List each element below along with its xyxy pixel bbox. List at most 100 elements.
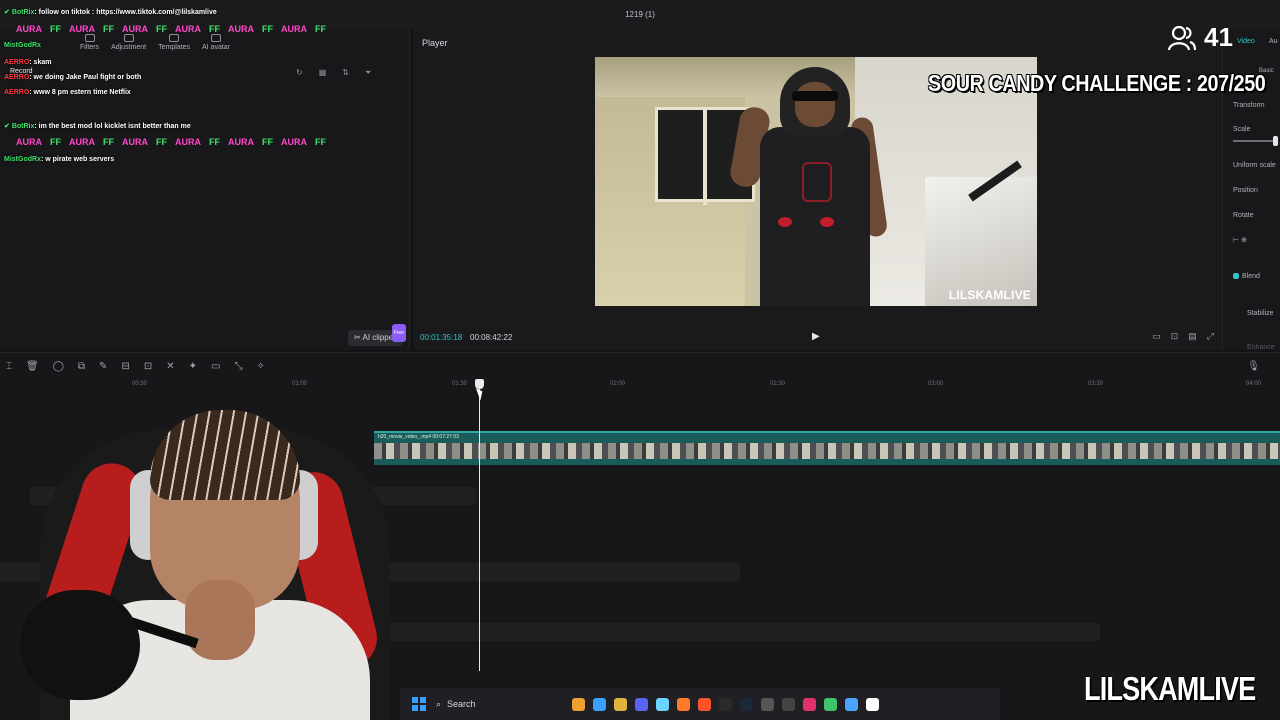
resize-icon[interactable]: ⤡ xyxy=(234,361,242,372)
taskbar-app-icon[interactable] xyxy=(593,697,606,711)
caption-icon[interactable]: ▭ xyxy=(211,361,220,372)
free-badge: Free xyxy=(391,324,406,342)
taskbar-app-icon[interactable] xyxy=(824,697,837,711)
windows-taskbar: ⌕ Search xyxy=(400,688,1000,720)
4k-icon[interactable] xyxy=(782,697,795,711)
ff-emote: FF xyxy=(103,137,114,147)
copy-icon[interactable]: ⊟ xyxy=(121,361,129,372)
ff-emote: FF xyxy=(156,137,167,147)
chat-text: : im the best mod lol kicklet isnt bette… xyxy=(34,123,191,130)
aura-emote: AURA xyxy=(69,137,95,147)
checkmark-icon: ✔ xyxy=(4,123,12,130)
aura-emote: AURA xyxy=(69,24,95,34)
speed-icon[interactable]: ✕ xyxy=(166,361,174,372)
ai-clipper-label: AI clipper xyxy=(362,333,396,342)
obs-icon[interactable] xyxy=(719,697,732,711)
chat-text: : www 8 pm estern time Netflix xyxy=(29,89,131,96)
ff-emote: FF xyxy=(315,137,326,147)
stream-screen: 1219 (1) Filters Adjustment Templates AI… xyxy=(0,0,1280,720)
aura-emote: AURA xyxy=(281,137,307,147)
taskbar-app-icon[interactable] xyxy=(761,697,774,711)
chat-username: AERRO xyxy=(4,59,30,66)
current-timecode: 00:01:35:18 xyxy=(420,333,463,342)
scale-label: Scale xyxy=(1233,126,1251,133)
shield-icon[interactable]: ◯ xyxy=(53,361,64,372)
rotate-label: Rotate xyxy=(1233,212,1254,219)
main-video-clip[interactable]: h20_movie_video_.mp4 00:07:27:03 xyxy=(374,431,1280,465)
ff-emote: FF xyxy=(156,24,167,34)
chat-text: : skam xyxy=(29,59,52,66)
viewers-icon xyxy=(1168,25,1196,50)
search-icon: ⌕ xyxy=(436,698,442,709)
tick-label: 02:30 xyxy=(770,381,786,387)
chat-message: ✔ BotRix: follow on tiktok : https://www… xyxy=(4,8,217,16)
chat-username: BotRix xyxy=(11,9,35,16)
brave-icon[interactable] xyxy=(698,697,711,711)
mask-icon[interactable]: ✎ xyxy=(99,361,107,372)
challenge-banner: SOUR CANDY CHALLENGE : 207/250 xyxy=(928,70,1266,96)
chat-overlay: ✔ BotRix: follow on tiktok : https://www… xyxy=(0,4,400,174)
aura-emote: AURA xyxy=(175,24,201,34)
tab-video[interactable]: Video xyxy=(1237,38,1255,45)
ai-icon[interactable]: ✧ xyxy=(256,361,264,372)
position-label: Position xyxy=(1233,187,1258,194)
tick-label: 04:00 xyxy=(1246,381,1262,387)
emote-row: AURA FF AURA FF AURA FF AURA FF AURA FF AURA F… xyxy=(14,137,328,147)
screenshot-icon[interactable]: ⊡ xyxy=(1171,331,1179,342)
timeline-toolbar: ⌶ 🗑 ◯ ⧉ ✎ ⊟ ⊡ ✕ ✦ ▭ ⤡ ✧ xyxy=(6,361,265,372)
taskbar-app-icon[interactable] xyxy=(677,697,690,711)
chat-username: AERRO xyxy=(4,89,30,96)
aura-emote: AURA xyxy=(16,137,42,147)
windows-start-icon[interactable] xyxy=(412,697,426,711)
tick-label: 02:00 xyxy=(610,381,626,387)
scale-slider-track[interactable] xyxy=(1233,140,1277,142)
steam-icon[interactable] xyxy=(740,697,753,711)
taskbar-app-icon[interactable] xyxy=(572,697,585,711)
aura-emote: AURA xyxy=(16,24,42,34)
magic-icon[interactable]: ✦ xyxy=(189,361,197,372)
background-clip[interactable] xyxy=(380,623,1100,641)
ratio-icon[interactable]: ▭ xyxy=(1152,331,1161,342)
store-icon[interactable] xyxy=(656,697,669,711)
blend-toggle[interactable]: Blend xyxy=(1233,273,1260,280)
video-person xyxy=(728,67,890,306)
folder-icon[interactable] xyxy=(614,697,627,711)
checkbox-icon xyxy=(1233,273,1239,280)
play-button[interactable]: ▶ xyxy=(812,331,820,342)
select-icon[interactable]: ⌶ xyxy=(6,361,12,372)
crop-icon[interactable]: ⧉ xyxy=(78,361,85,372)
duration-timecode: 00:08:42:22 xyxy=(470,333,513,342)
ff-emote: FF xyxy=(50,137,61,147)
streamer-hair xyxy=(150,410,300,500)
aspect-icon[interactable]: ▤ xyxy=(1188,331,1197,342)
ai-clipper-button[interactable]: ✂ AI clipper Free xyxy=(348,324,406,346)
ff-emote: FF xyxy=(262,24,273,34)
tick-label: 01:00 xyxy=(292,381,308,387)
microphone xyxy=(20,590,140,700)
fullscreen-icon[interactable]: ⤢ xyxy=(1207,331,1214,342)
chat-message: AERRO: skam xyxy=(4,59,51,66)
ff-emote: FF xyxy=(103,24,114,34)
delete-icon[interactable]: 🗑 xyxy=(26,361,39,372)
capcut-icon[interactable] xyxy=(866,697,879,711)
microphone-icon[interactable]: 🎙 xyxy=(1247,361,1260,372)
stabilize-label[interactable]: Stabilize xyxy=(1247,310,1273,317)
scale-slider-knob[interactable] xyxy=(1273,136,1278,146)
transform-section[interactable]: Transform xyxy=(1233,102,1265,109)
ff-emote: FF xyxy=(209,24,220,34)
notepad-icon[interactable] xyxy=(845,697,858,711)
chat-username: MistGodRx xyxy=(4,156,41,163)
discord-icon[interactable] xyxy=(635,697,648,711)
viewer-count: 41 xyxy=(1204,22,1233,52)
tab-audio[interactable]: Au xyxy=(1269,38,1278,45)
chat-username: MistGodRx xyxy=(4,42,41,49)
taskbar-search[interactable]: ⌕ Search xyxy=(434,694,564,714)
playhead-line[interactable] xyxy=(479,383,480,671)
chat-message: ✔ BotRix: im the best mod lol kicklet is… xyxy=(4,122,191,130)
video-stairs xyxy=(925,177,1037,306)
freeze-icon[interactable]: ⊡ xyxy=(144,361,152,372)
align-icons[interactable]: ⊢ ⊕ xyxy=(1233,236,1247,244)
emote-row: AURA FF AURA FF AURA FF AURA FF AURA FF AURA F… xyxy=(14,24,328,34)
video-watermark: LILSKAMLIVE xyxy=(948,288,1031,302)
instagram-icon[interactable] xyxy=(803,697,816,711)
